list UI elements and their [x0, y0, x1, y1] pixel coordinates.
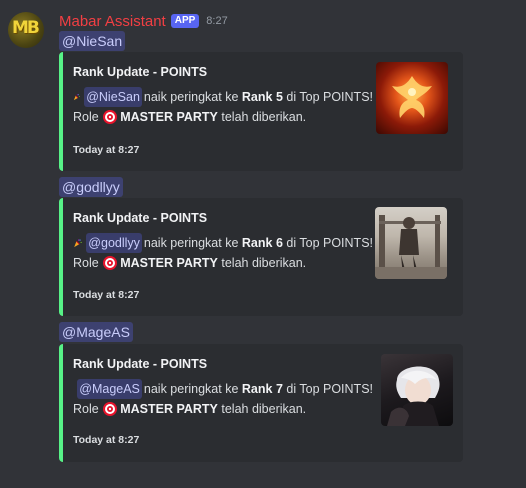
app-badge: APP [170, 14, 200, 28]
target-icon [103, 110, 118, 124]
role-name: MASTER PARTY [120, 110, 218, 124]
desc-text: di Top POINTS! [286, 90, 373, 104]
embed-user-mention[interactable]: @NieSan [84, 87, 142, 107]
role-name: MASTER PARTY [120, 402, 218, 416]
rank-value: Rank 5 [241, 90, 283, 104]
rank-embed: Rank Update - POINTS @MageAS naik pering… [59, 344, 463, 462]
embed-user-mention[interactable]: @MageAS [77, 379, 142, 399]
role-suffix: telah diberikan. [221, 402, 307, 416]
embed-description: @NieSan naik peringkat ke Rank 5 di Top … [73, 87, 373, 127]
user-mention[interactable]: @MageAS [59, 322, 133, 342]
embed-title: Rank Update - POINTS [73, 65, 208, 79]
role-prefix: Role [73, 110, 99, 124]
message-header: Mabar Assistant APP 8:27 [59, 12, 228, 30]
message-timestamp[interactable]: 8:27 [206, 15, 227, 27]
avatar-logo-text: MB [12, 18, 40, 38]
desc-text: di Top POINTS! [286, 236, 373, 250]
gym-photo-icon [375, 215, 447, 279]
username[interactable]: Mabar Assistant [59, 13, 166, 30]
role-name: MASTER PARTY [120, 256, 218, 270]
embed-user-mention[interactable]: @godllyy [86, 233, 142, 253]
embed-thumbnail[interactable] [376, 62, 448, 134]
desc-text: di Top POINTS! [286, 382, 373, 396]
user-mention[interactable]: @NieSan [59, 31, 126, 51]
embed-footer-time: Today at 8:27 [73, 289, 140, 301]
embed-description: @MageAS naik peringkat ke Rank 7 di Top … [73, 379, 373, 419]
phoenix-icon [392, 76, 432, 118]
rank-embed: Rank Update - POINTS @NieSan naik pering… [59, 52, 463, 171]
embed-footer-time: Today at 8:27 [73, 434, 140, 446]
user-mention[interactable]: @godllyy [59, 177, 123, 197]
role-prefix: Role [73, 256, 99, 270]
bot-avatar[interactable]: MB [8, 12, 44, 48]
party-popper-icon [73, 94, 80, 101]
target-icon [103, 402, 118, 416]
embed-description: @godllyy naik peringkat ke Rank 6 di Top… [73, 233, 373, 273]
target-icon [103, 256, 118, 270]
role-suffix: telah diberikan. [221, 256, 307, 270]
party-popper-icon [74, 239, 82, 248]
embed-footer-time: Today at 8:27 [73, 144, 140, 156]
desc-text: naik peringkat ke [143, 90, 239, 104]
embed-title: Rank Update - POINTS [73, 357, 208, 371]
desc-text: naik peringkat ke [143, 382, 239, 396]
role-prefix: Role [73, 402, 99, 416]
anime-character-icon [387, 366, 440, 426]
rank-value: Rank 7 [241, 382, 283, 396]
embed-thumbnail[interactable] [381, 354, 453, 426]
rank-value: Rank 6 [241, 236, 283, 250]
rank-embed: Rank Update - POINTS @godllyy naik perin… [59, 198, 463, 316]
embed-title: Rank Update - POINTS [73, 211, 208, 225]
desc-text: naik peringkat ke [143, 236, 239, 250]
embed-thumbnail[interactable] [375, 207, 447, 279]
role-suffix: telah diberikan. [221, 110, 307, 124]
